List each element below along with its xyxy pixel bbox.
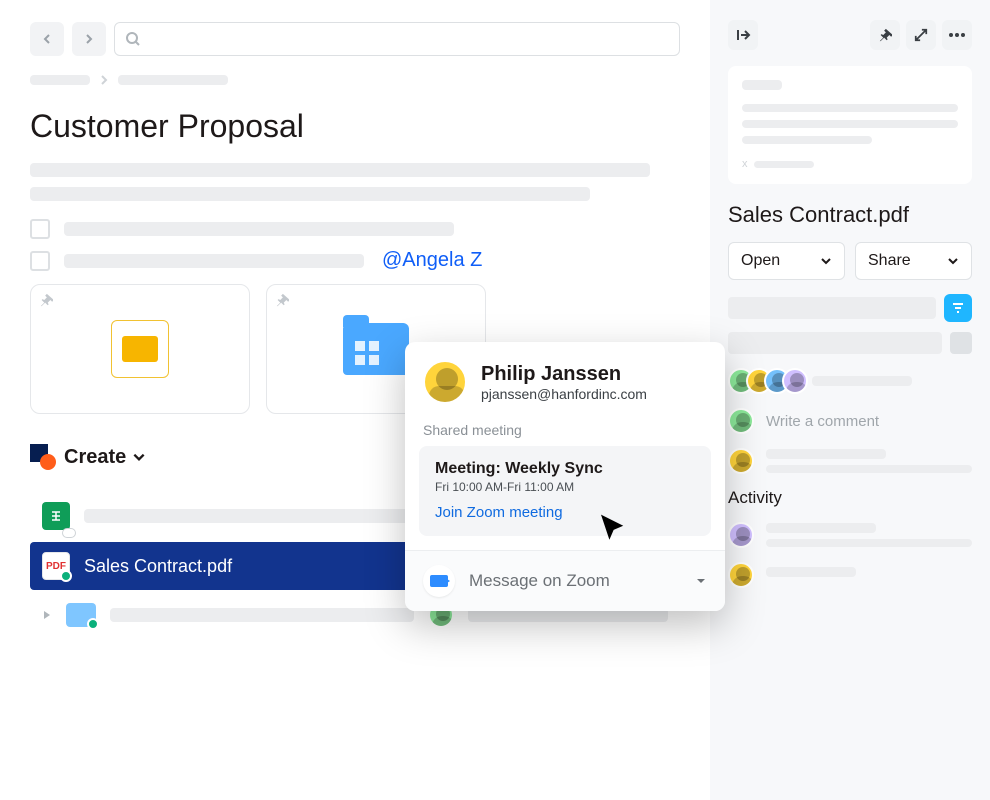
side-file-name: Sales Contract.pdf [728,202,972,228]
file-name: Sales Contract.pdf [84,556,424,577]
sheet-file-icon [42,502,70,530]
create-button[interactable]: Create [64,446,146,469]
cloud-badge-icon [62,528,76,538]
breadcrumb [30,74,680,86]
checklist-item[interactable] [30,219,680,239]
nav-forward-button[interactable] [72,22,106,56]
avatar-icon [782,368,808,394]
comment-input[interactable]: Write a comment [766,413,879,430]
checklist-item[interactable]: @Angela Z [30,249,680,272]
message-on-zoom-button[interactable]: Message on Zoom [405,550,725,611]
zoom-icon [423,565,455,597]
shared-with-row [728,368,972,394]
activity-heading: Activity [728,488,972,508]
synced-badge-icon [60,570,72,582]
avatar-icon [728,562,754,588]
folder-icon [343,323,409,375]
create-label: Create [64,446,126,469]
pin-icon [39,293,53,310]
metadata-row [728,332,972,354]
meeting-time: Fri 10:00 AM-Fri 11:00 AM [435,480,695,494]
search-icon [125,31,141,47]
file-preview-card[interactable]: x [728,66,972,184]
pin-button[interactable] [870,20,900,50]
meeting-title: Meeting: Weekly Sync [435,460,695,478]
cursor-icon [599,514,627,542]
chevron-right-icon [98,74,110,86]
more-options-button[interactable] [942,20,972,50]
share-button[interactable]: Share [855,242,972,280]
meeting-card[interactable]: Meeting: Weekly Sync Fri 10:00 AM-Fri 11… [419,446,711,536]
folder-icon [66,603,96,627]
caret-down-icon [695,575,707,587]
contact-name: Philip Janssen [481,363,647,386]
search-input[interactable] [114,22,680,56]
open-button[interactable]: Open [728,242,845,280]
activity-row [728,562,972,588]
message-zoom-label: Message on Zoom [469,571,681,591]
pinned-slides-card[interactable] [30,284,250,414]
activity-row [728,522,972,548]
current-user-avatar-icon [728,408,754,434]
pin-icon [275,293,289,310]
contact-hover-card: Philip Janssen pjanssen@hanfordinc.com S… [405,342,725,611]
chevron-down-icon [132,450,146,464]
slides-file-icon [111,320,169,378]
avatar-icon [728,448,754,474]
checkbox[interactable] [30,251,50,271]
filter-icon[interactable] [944,294,972,322]
create-logo-icon [30,444,56,470]
body-placeholder [30,163,680,201]
mention-link[interactable]: @Angela Z [382,249,482,272]
synced-badge-icon [87,618,99,630]
nav-back-button[interactable] [30,22,64,56]
pdf-file-icon: PDF [42,552,70,580]
page-title: Customer Proposal [30,108,680,145]
collapse-panel-button[interactable] [728,20,758,50]
metadata-action-icon[interactable] [950,332,972,354]
checkbox[interactable] [30,219,50,239]
metadata-row [728,294,972,322]
shared-meeting-label: Shared meeting [405,414,725,446]
chevron-down-icon [947,255,959,267]
avatar-icon [728,522,754,548]
contact-avatar-icon [423,360,467,404]
chevron-down-icon [820,255,832,267]
collapse-triangle-icon[interactable] [42,610,52,620]
contact-email: pjanssen@hanfordinc.com [481,386,647,402]
join-meeting-link[interactable]: Join Zoom meeting [435,504,563,521]
comment-row [728,448,972,474]
expand-button[interactable] [906,20,936,50]
